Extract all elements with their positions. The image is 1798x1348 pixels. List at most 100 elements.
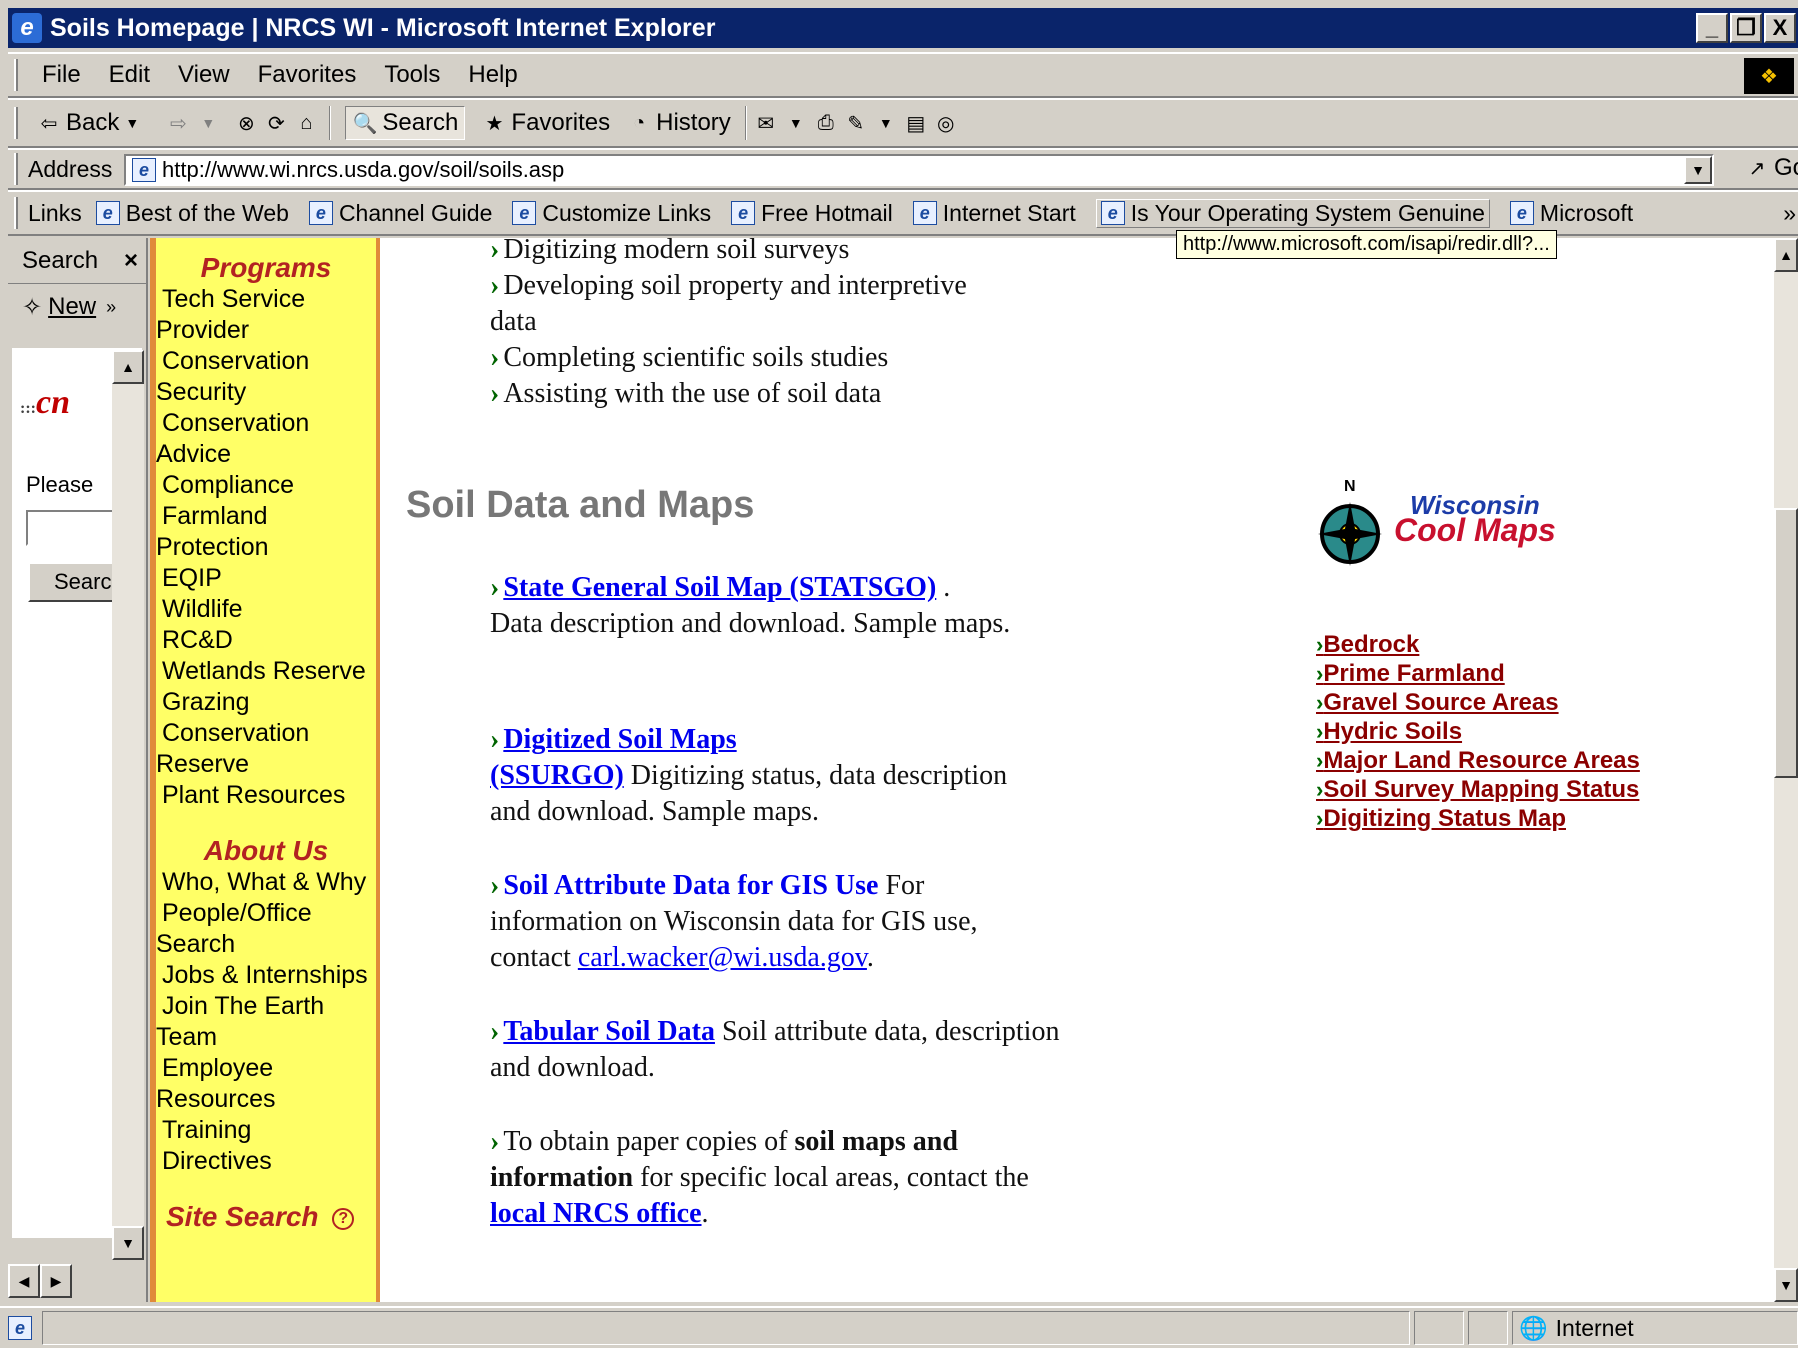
nav-link[interactable]: Wetlands Reserve xyxy=(156,656,376,687)
dropdown-arrow-icon[interactable]: ▼ xyxy=(873,110,899,136)
scroll-down-icon[interactable]: ▼ xyxy=(1774,1268,1798,1302)
scroll-left-icon[interactable]: ◀ xyxy=(8,1264,40,1298)
cool-map-link[interactable]: ›Soil Survey Mapping Status xyxy=(1316,775,1640,804)
nav-link[interactable]: Join The Earth xyxy=(156,991,376,1022)
search-button[interactable]: 🔍 Search xyxy=(345,106,466,140)
toolbar-grip[interactable] xyxy=(14,59,18,91)
new-label: New xyxy=(48,293,97,320)
dropdown-arrow-icon[interactable]: ▼ xyxy=(119,110,145,136)
cool-map-link[interactable]: ›Prime Farmland xyxy=(1316,659,1640,688)
explorer-horizontal-scrollbar[interactable]: ◀ ▶ xyxy=(8,1264,140,1300)
nav-link[interactable]: Who, What & Why xyxy=(156,867,376,898)
nav-link[interactable]: Search xyxy=(156,929,376,960)
edit-icon[interactable]: ✎ xyxy=(843,110,869,136)
link-channel-guide[interactable]: e Channel Guide xyxy=(308,200,492,227)
link-internet-start[interactable]: e Internet Start xyxy=(912,200,1076,227)
messenger-icon[interactable]: ◎ xyxy=(933,110,959,136)
ssurgo-link[interactable]: Digitized Soil Maps xyxy=(503,724,736,755)
close-button[interactable]: X xyxy=(1764,13,1796,43)
toolbar-grip[interactable] xyxy=(14,153,18,185)
menu-view[interactable]: View xyxy=(178,61,230,89)
local-office-link[interactable]: local NRCS office xyxy=(490,1198,702,1229)
nav-link[interactable]: Grazing xyxy=(156,687,376,718)
links-more-chevron-icon[interactable]: » xyxy=(1783,200,1796,227)
explorer-vertical-scrollbar[interactable]: ▲ ▼ xyxy=(112,350,144,1260)
scroll-thumb[interactable] xyxy=(1774,508,1798,778)
scroll-down-icon[interactable]: ▼ xyxy=(112,1226,144,1260)
nav-link[interactable]: Provider xyxy=(156,315,376,346)
nav-link[interactable]: Resources xyxy=(156,1084,376,1115)
ssurgo-link[interactable]: (SSURGO) xyxy=(490,760,624,791)
more-chevron-icon[interactable]: » xyxy=(106,297,116,318)
address-dropdown-button[interactable]: ▼ xyxy=(1684,156,1712,184)
nav-link[interactable]: Plant Resources xyxy=(156,780,376,811)
discuss-icon[interactable]: ▤ xyxy=(903,110,929,136)
toolbar-separator xyxy=(744,106,747,140)
link-customize-links[interactable]: e Customize Links xyxy=(512,200,711,227)
nav-link[interactable]: Directives xyxy=(156,1146,376,1177)
nav-link[interactable]: Training xyxy=(156,1115,376,1146)
wisconsin-cool-maps-logo[interactable]: N Wisconsin Cool Maps xyxy=(1316,478,1556,566)
scroll-up-icon[interactable]: ▲ xyxy=(1774,238,1798,272)
nav-link[interactable]: Employee xyxy=(156,1053,376,1084)
link-free-hotmail[interactable]: e Free Hotmail xyxy=(731,200,893,227)
nav-link[interactable]: Conservation xyxy=(156,346,376,377)
help-icon[interactable]: ? xyxy=(332,1207,355,1230)
nav-link[interactable]: Advice xyxy=(156,439,376,470)
favorites-button[interactable]: ★ Favorites xyxy=(481,109,610,137)
toolbar-grip[interactable] xyxy=(14,107,18,139)
toolbar-grip[interactable] xyxy=(14,197,18,229)
nav-link[interactable]: Jobs & Internships xyxy=(156,960,376,991)
nav-link[interactable]: Conservation xyxy=(156,718,376,749)
nav-link[interactable]: EQIP xyxy=(156,563,376,594)
nav-link[interactable]: Compliance xyxy=(156,470,376,501)
mail-icon[interactable]: ✉ xyxy=(753,110,779,136)
restore-button[interactable]: ❐ xyxy=(1730,13,1762,43)
forward-button[interactable]: ⇨ ▼ xyxy=(165,110,225,136)
nav-link[interactable]: Team xyxy=(156,1022,376,1053)
tabular-link[interactable]: Tabular Soil Data xyxy=(503,1016,715,1047)
nav-link[interactable]: Security xyxy=(156,377,376,408)
gis-link[interactable]: Soil Attribute Data for GIS Use xyxy=(503,870,878,901)
link-microsoft[interactable]: e Microsoft xyxy=(1509,200,1633,227)
nav-link[interactable]: Conservation xyxy=(156,408,376,439)
cool-map-link[interactable]: ›Major Land Resource Areas xyxy=(1316,746,1640,775)
menu-tools[interactable]: Tools xyxy=(384,61,440,89)
menu-edit[interactable]: Edit xyxy=(109,61,150,89)
print-icon[interactable]: ⎙ xyxy=(813,110,839,136)
close-icon[interactable]: × xyxy=(124,247,138,275)
email-link[interactable]: carl.wacker@wi.usda.gov xyxy=(578,942,867,973)
nav-link[interactable]: Protection xyxy=(156,532,376,563)
nav-link[interactable]: RC&D xyxy=(156,625,376,656)
nav-link[interactable]: People/Office xyxy=(156,898,376,929)
nav-link[interactable]: Farmland xyxy=(156,501,376,532)
new-search-button[interactable]: ✧ New » xyxy=(8,284,146,330)
address-input[interactable]: e http://www.wi.nrcs.usda.gov/soil/soils… xyxy=(124,154,1714,186)
scroll-up-icon[interactable]: ▲ xyxy=(112,350,144,384)
page-vertical-scrollbar[interactable]: ▲ ▼ xyxy=(1774,238,1798,1302)
nav-link[interactable]: Tech Service xyxy=(156,284,376,315)
cool-map-link[interactable]: ›Bedrock xyxy=(1316,630,1640,659)
menu-help[interactable]: Help xyxy=(468,61,517,89)
go-button[interactable]: ↗ Go xyxy=(1744,154,1798,182)
statsgo-link[interactable]: State General Soil Map (STATSGO) xyxy=(503,572,936,603)
nav-link[interactable]: Wildlife xyxy=(156,594,376,625)
dropdown-arrow-icon[interactable]: ▼ xyxy=(195,110,221,136)
stop-icon[interactable]: ⊗ xyxy=(233,110,259,136)
history-button[interactable]: ◔ History xyxy=(626,109,731,137)
menu-file[interactable]: File xyxy=(42,61,81,89)
link-best-of-the-web[interactable]: e Best of the Web xyxy=(95,200,289,227)
refresh-icon[interactable]: ⟳ xyxy=(263,110,289,136)
cool-map-link[interactable]: ›Gravel Source Areas xyxy=(1316,688,1640,717)
menu-favorites[interactable]: Favorites xyxy=(258,61,357,89)
back-button[interactable]: ⇦ Back ▼ xyxy=(36,109,149,137)
home-icon[interactable]: ⌂ xyxy=(293,110,319,136)
cool-map-link[interactable]: ›Hydric Soils xyxy=(1316,717,1640,746)
minimize-button[interactable]: _ xyxy=(1696,13,1728,43)
link-genuine[interactable]: e Is Your Operating System Genuine xyxy=(1095,198,1490,228)
cool-map-link[interactable]: ›Digitizing Status Map xyxy=(1316,804,1640,833)
page-icon: e xyxy=(1100,201,1125,225)
dropdown-arrow-icon[interactable]: ▼ xyxy=(783,110,809,136)
nav-link[interactable]: Reserve xyxy=(156,749,376,780)
scroll-right-icon[interactable]: ▶ xyxy=(40,1264,72,1298)
